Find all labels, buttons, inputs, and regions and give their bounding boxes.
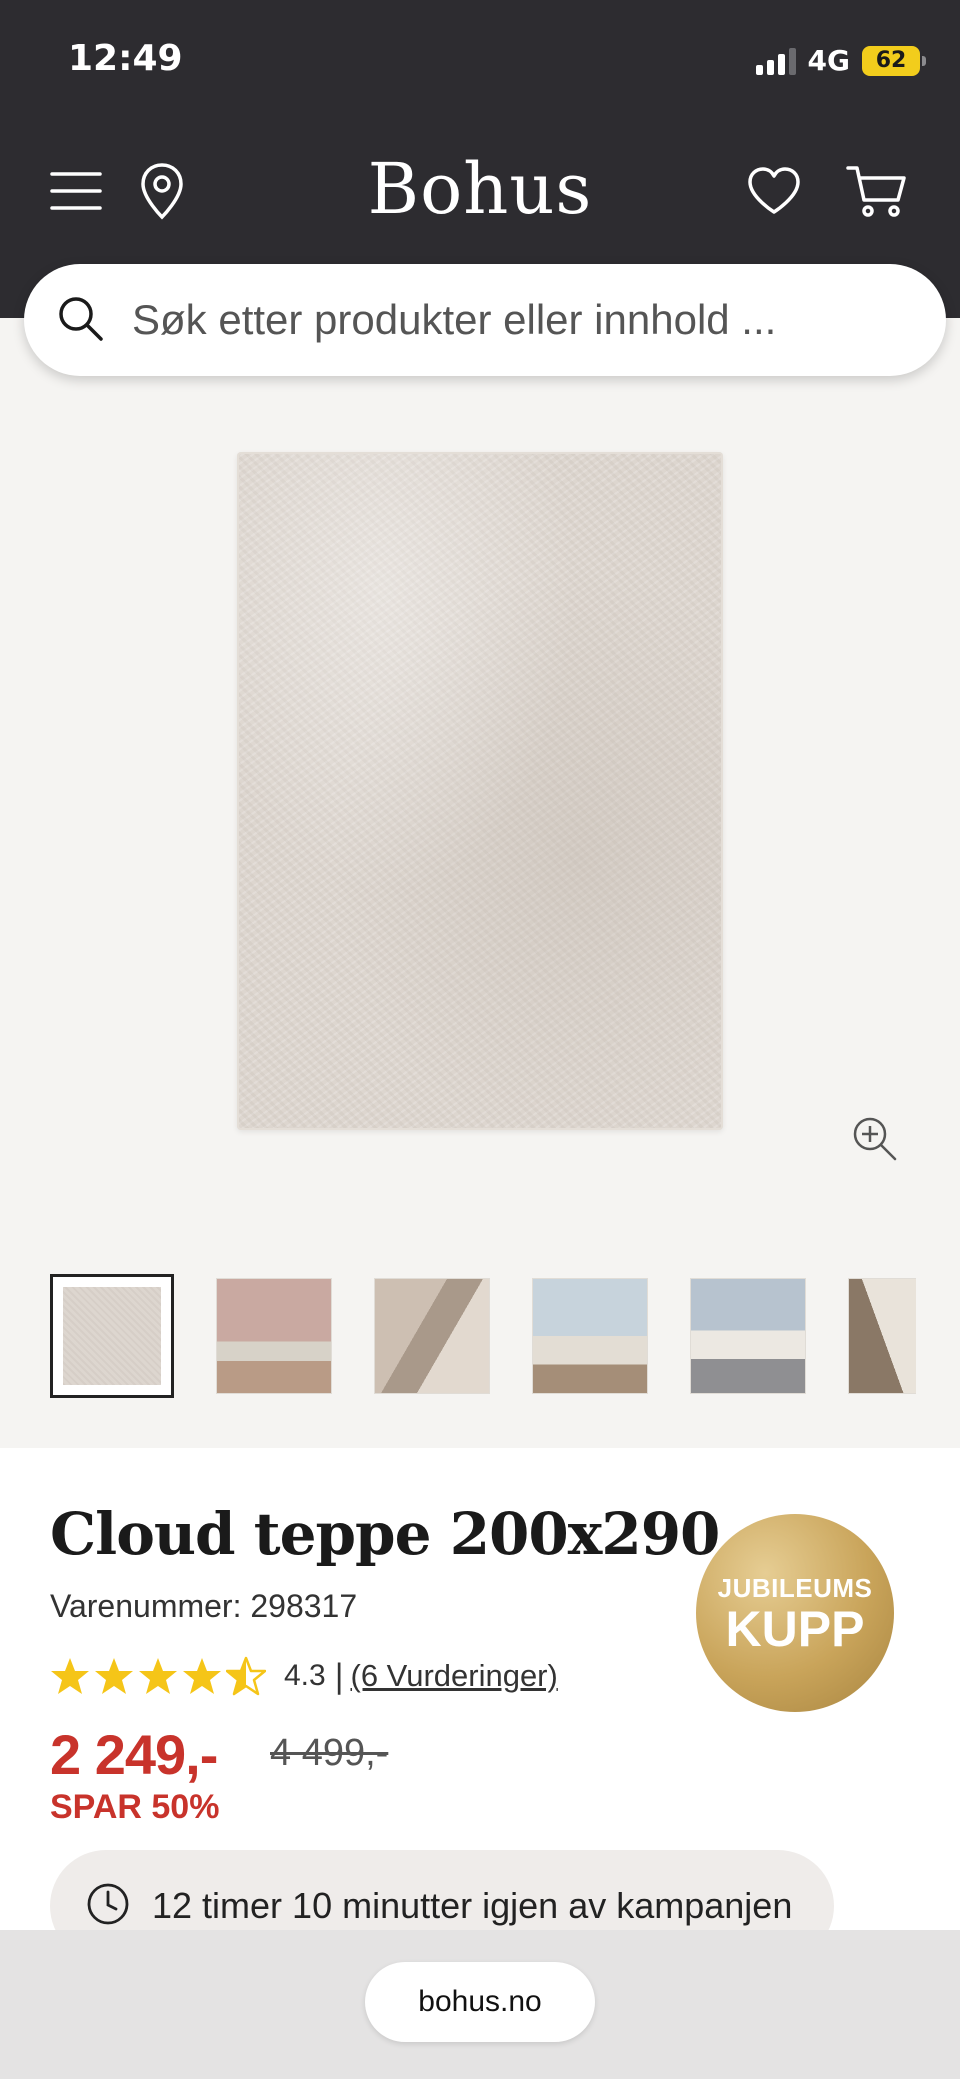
product-sku: Varenummer: 298317 (50, 1588, 358, 1624)
current-price: 2 249,- (50, 1723, 218, 1786)
battery-icon: 62 (862, 45, 926, 76)
star-full-icon (51, 1658, 89, 1694)
search-icon[interactable] (56, 294, 104, 346)
badge-line-2: KUPP (725, 1600, 865, 1657)
thumbnail-6[interactable] (848, 1278, 916, 1394)
status-time: 12:49 (68, 38, 183, 79)
network-type: 4G (807, 44, 850, 77)
discount-label: SPAR 50% (50, 1788, 220, 1826)
rating-stars (50, 1656, 266, 1696)
battery-level: 62 (875, 48, 907, 73)
cellular-signal-icon (755, 47, 796, 75)
heart-icon[interactable] (746, 158, 802, 224)
menu-icon[interactable] (48, 158, 104, 224)
reviews-link[interactable]: (6 Vurderinger) (351, 1658, 558, 1694)
thumbnail-1[interactable] (50, 1274, 174, 1398)
badge-line-1: JUBILEUMS (717, 1572, 873, 1603)
cart-icon[interactable] (846, 158, 908, 224)
star-half-icon (226, 1656, 266, 1696)
thumbnail-3[interactable] (374, 1278, 490, 1394)
clock-icon (86, 1882, 130, 1930)
star-full-icon (95, 1658, 133, 1694)
zoom-in-icon[interactable] (852, 1116, 898, 1166)
jubileums-kupp-badge: JUBILEUMS KUPP (696, 1514, 894, 1712)
product-main-image[interactable] (237, 452, 723, 1130)
thumbnail-2[interactable] (216, 1278, 332, 1394)
star-full-icon (183, 1658, 221, 1694)
rating-value: 4.3 (284, 1659, 326, 1692)
product-title: Cloud teppe 200x290 (50, 1500, 720, 1568)
rating-separator: | (333, 1657, 345, 1695)
status-indicators: 4G 62 (755, 44, 926, 77)
timer-text: 12 timer 10 minutter igjen av kampanjen (152, 1885, 793, 1926)
search-bar[interactable] (24, 264, 946, 376)
original-price: 4 499,- (270, 1732, 389, 1774)
star-full-icon (139, 1658, 177, 1694)
thumbnail-strip[interactable] (50, 1274, 916, 1398)
product-rating: 4.3 | (6 Vurderinger) (50, 1656, 558, 1696)
location-pin-icon[interactable] (138, 158, 186, 224)
thumbnail-4[interactable] (532, 1278, 648, 1394)
address-bar[interactable]: bohus.no (365, 1962, 595, 2042)
search-input[interactable] (132, 296, 912, 344)
thumbnail-5[interactable] (690, 1278, 806, 1394)
